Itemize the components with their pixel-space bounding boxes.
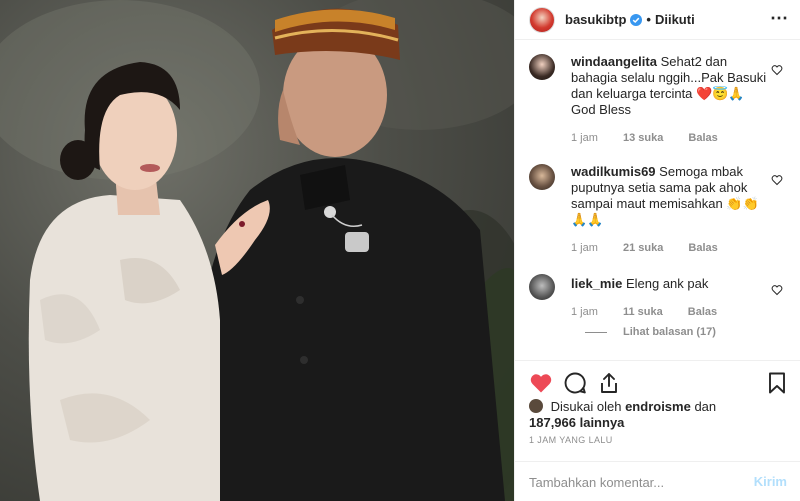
author-username[interactable]: basukibtp [565,12,626,27]
liked-by-joiner: dan [694,399,717,414]
action-bar [529,371,791,395]
liked-by-prefix: Disukai oleh [550,399,622,414]
post-actions-section: Disukai oleh endroisme dan 187,966 lainn… [515,360,800,460]
liker-avatar[interactable] [529,399,543,413]
comment-like-icon[interactable] [771,284,783,296]
author-avatar[interactable] [529,6,555,33]
comment-time: 1 jam [571,132,598,144]
comment-text: Eleng ank pak [625,276,709,291]
comment-like-icon[interactable] [771,64,783,76]
comment-input[interactable] [529,472,739,492]
post-header: basukibtp • Diikuti ⋯ [515,0,800,40]
post-photo[interactable] [0,0,514,501]
comment-bubble-icon[interactable] [563,371,587,395]
comment-meta: 1 jam 13 suka Balas [571,132,740,144]
view-replies-label: Lihat balasan (17) [623,326,716,338]
comment-meta: 1 jam 11 suka Balas [571,306,739,318]
comment-time: 1 jam [571,306,598,318]
comment-likes[interactable]: 21 suka [623,242,663,254]
liked-by-username[interactable]: endroisme [625,399,691,414]
comment-likes[interactable]: 13 suka [623,132,663,144]
more-options-icon[interactable]: ⋯ [770,8,789,29]
commenter-username[interactable]: liek_mie [571,276,622,291]
post-timestamp[interactable]: 1 JAM YANG LALU [529,435,613,445]
verified-badge-icon [630,13,643,26]
comment-like-icon[interactable] [771,174,783,186]
commenter-username[interactable]: windaangelita [571,54,657,69]
likes-summary: Disukai oleh endroisme dan 187,966 lainn… [529,399,789,431]
share-icon[interactable] [597,371,621,395]
follow-status-button[interactable]: Diikuti [655,12,695,27]
comment-composer: Kirim [515,461,800,501]
reply-button[interactable]: Balas [688,306,717,318]
comment-item: wadilkumis69 Semoga mbak puputnya setia … [529,164,791,264]
commenter-avatar[interactable] [529,164,555,190]
post-photo-illustration [0,0,514,501]
reply-button[interactable]: Balas [688,132,717,144]
comment-item: windaangelita Sehat2 dan bahagia selalu … [529,54,791,154]
commenter-avatar[interactable] [529,54,555,80]
post-side-panel: basukibtp • Diikuti ⋯ windaangelita Seha… [514,0,800,501]
comment-meta: 1 jam 21 suka Balas [571,242,740,254]
header-separator: • [646,12,651,27]
likes-count[interactable]: 187,966 lainnya [529,415,624,430]
comments-list: windaangelita Sehat2 dan bahagia selalu … [515,40,800,360]
replies-divider [585,331,607,333]
comment-time: 1 jam [571,242,598,254]
commenter-avatar[interactable] [529,274,555,300]
like-heart-icon[interactable] [529,371,553,395]
save-bookmark-icon[interactable] [765,371,789,395]
commenter-username[interactable]: wadilkumis69 [571,164,656,179]
post-comment-button[interactable]: Kirim [754,474,787,489]
comment-item: liek_mie Eleng ank pak 1 jam 11 suka Bal… [529,274,791,344]
view-replies-button[interactable]: Lihat balasan (17) [585,326,716,338]
reply-button[interactable]: Balas [688,242,717,254]
comment-likes[interactable]: 11 suka [623,306,663,318]
